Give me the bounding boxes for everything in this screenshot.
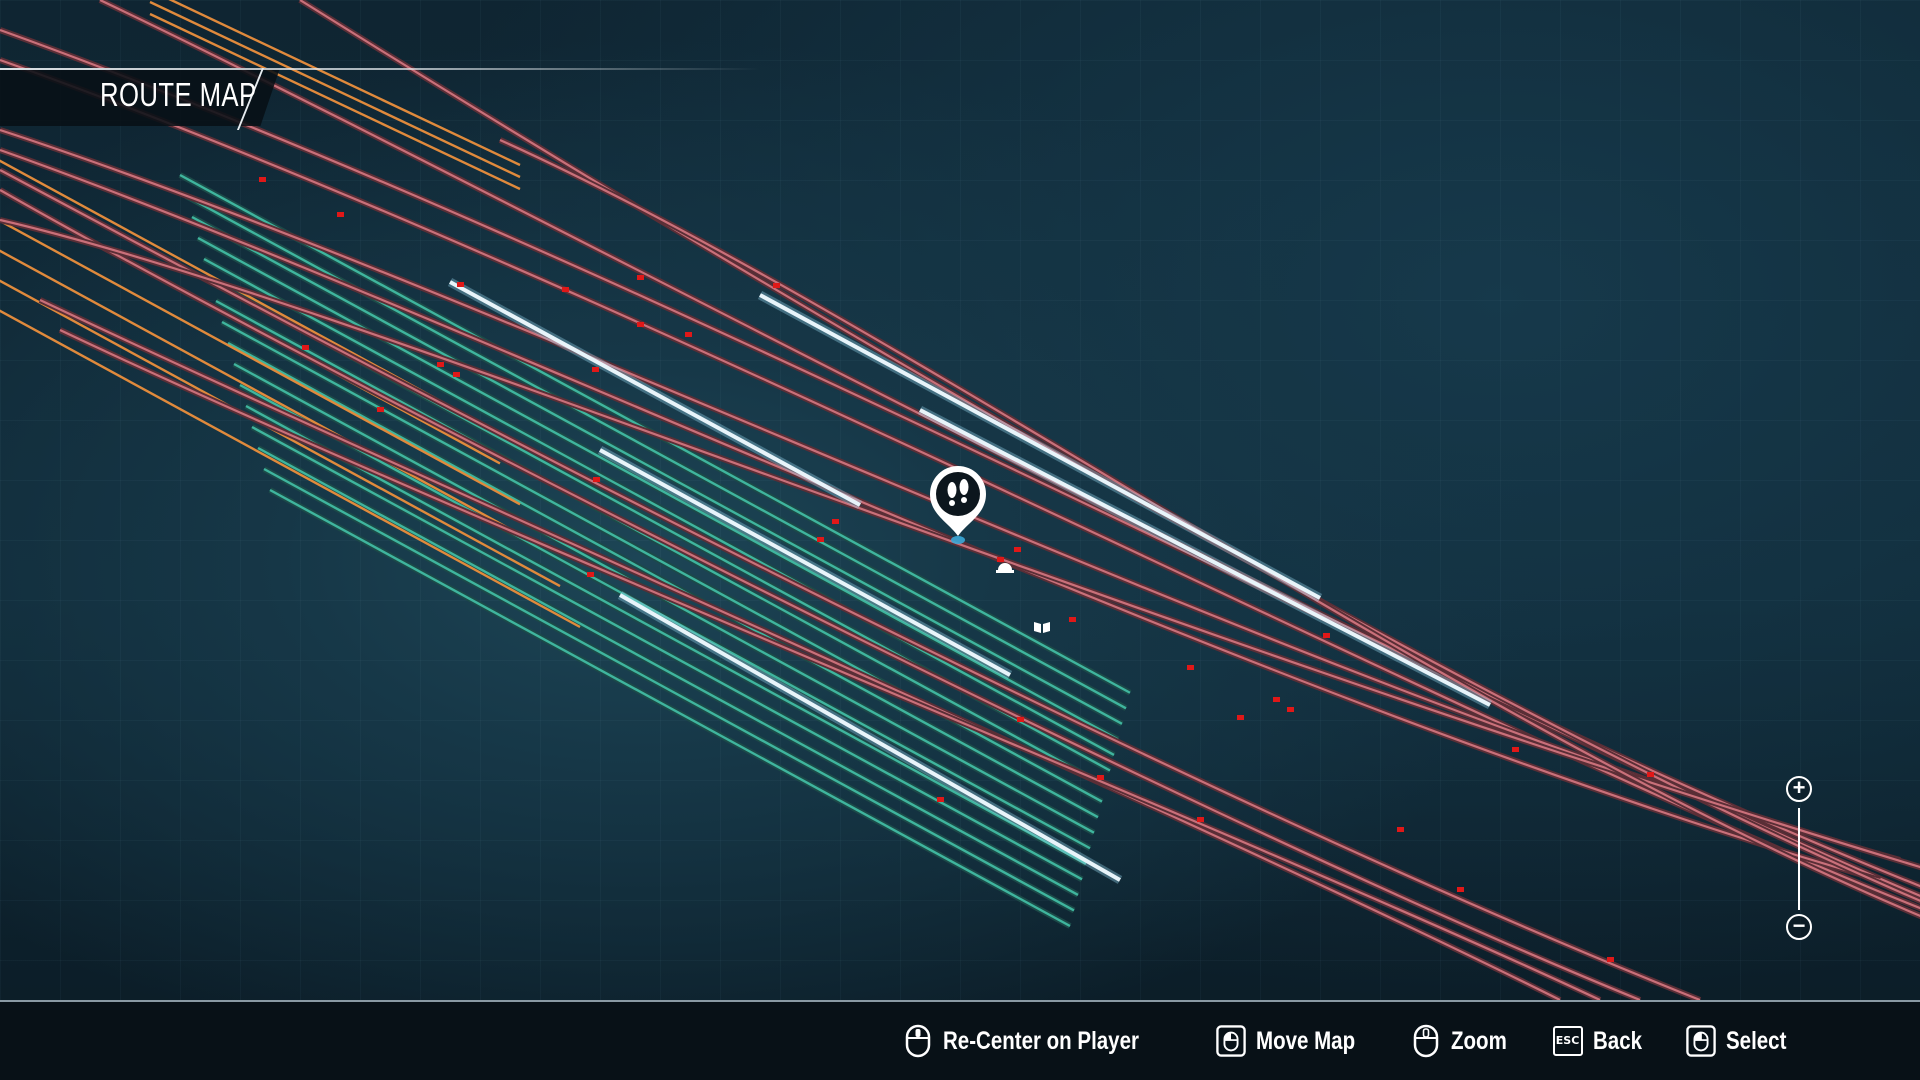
signal xyxy=(377,407,384,412)
signal xyxy=(1323,633,1330,638)
item-book-icon[interactable] xyxy=(1034,622,1050,633)
signal xyxy=(832,519,839,524)
platforms xyxy=(447,278,1493,884)
title-underline xyxy=(0,68,760,70)
recenter-on-player-button[interactable]: Re-Center on Player xyxy=(903,1024,1182,1058)
signal xyxy=(1097,775,1104,780)
esc-key: ESC xyxy=(1552,1026,1583,1056)
select-label: Select xyxy=(1726,1026,1787,1055)
signal xyxy=(1647,772,1654,777)
signal xyxy=(1197,817,1204,822)
recenter-label: Re-Center on Player xyxy=(942,1026,1139,1055)
signal xyxy=(937,797,944,802)
signal xyxy=(1273,697,1280,702)
signal xyxy=(1607,957,1614,962)
signal xyxy=(1397,827,1404,832)
route-map-screen: ROUTE MAP + − Re-Center on Player Move M… xyxy=(0,0,1920,1080)
main-track-shadow xyxy=(98,0,1920,890)
zoom-label: Zoom xyxy=(1450,1026,1507,1055)
yard-track xyxy=(269,488,1071,928)
signal xyxy=(593,477,600,482)
minus-circle-icon[interactable]: − xyxy=(1786,914,1812,940)
signal xyxy=(337,212,344,217)
signal xyxy=(1187,665,1194,670)
mouse-drag-icon xyxy=(1215,1024,1246,1058)
back-button[interactable]: ESC Back xyxy=(1552,1024,1653,1058)
signal xyxy=(637,322,644,327)
signal xyxy=(1017,717,1024,722)
signal xyxy=(773,283,780,288)
footer-controls-bar: Re-Center on Player Move Map Zoom ESC Ba… xyxy=(0,1000,1920,1080)
signal xyxy=(1457,887,1464,892)
zoom-slider[interactable] xyxy=(1798,808,1800,910)
main-track xyxy=(39,299,1561,1000)
yard-track xyxy=(227,341,1099,819)
route-map-canvas[interactable] xyxy=(0,0,1920,1000)
signal xyxy=(637,275,644,280)
mouse-left-icon xyxy=(1686,1024,1717,1058)
signal xyxy=(817,537,824,542)
signal xyxy=(1014,547,1021,552)
signal xyxy=(259,177,266,182)
signal xyxy=(562,287,569,292)
signal xyxy=(453,372,460,377)
signal xyxy=(997,557,1004,562)
move-map-button[interactable]: Move Map xyxy=(1215,1024,1377,1058)
signal xyxy=(1069,617,1076,622)
signal xyxy=(1287,707,1294,712)
select-button[interactable]: Select xyxy=(1686,1024,1800,1058)
signal xyxy=(1237,715,1244,720)
zoom-button[interactable]: Zoom xyxy=(1411,1024,1519,1058)
signal xyxy=(302,345,309,350)
signal xyxy=(587,572,594,577)
signal xyxy=(685,332,692,337)
back-label: Back xyxy=(1592,1026,1642,1055)
mouse-scroll-icon xyxy=(1411,1024,1441,1058)
control-hints: Re-Center on Player Move Map Zoom ESC Ba… xyxy=(903,1024,1800,1058)
mouse-middle-icon xyxy=(903,1024,933,1058)
page-title: ROUTE MAP xyxy=(100,76,257,113)
signal xyxy=(1512,747,1519,752)
esc-key-icon: ESC xyxy=(1552,1024,1583,1058)
move-map-label: Move Map xyxy=(1255,1026,1355,1055)
signal xyxy=(592,367,599,372)
zoom-control: + − xyxy=(1786,776,1814,942)
yard-track xyxy=(215,299,1107,788)
plus-circle-icon[interactable]: + xyxy=(1786,776,1812,802)
signal xyxy=(457,282,464,287)
yard-track xyxy=(263,467,1075,912)
yard-tracks xyxy=(178,172,1132,929)
signal xyxy=(437,362,444,367)
